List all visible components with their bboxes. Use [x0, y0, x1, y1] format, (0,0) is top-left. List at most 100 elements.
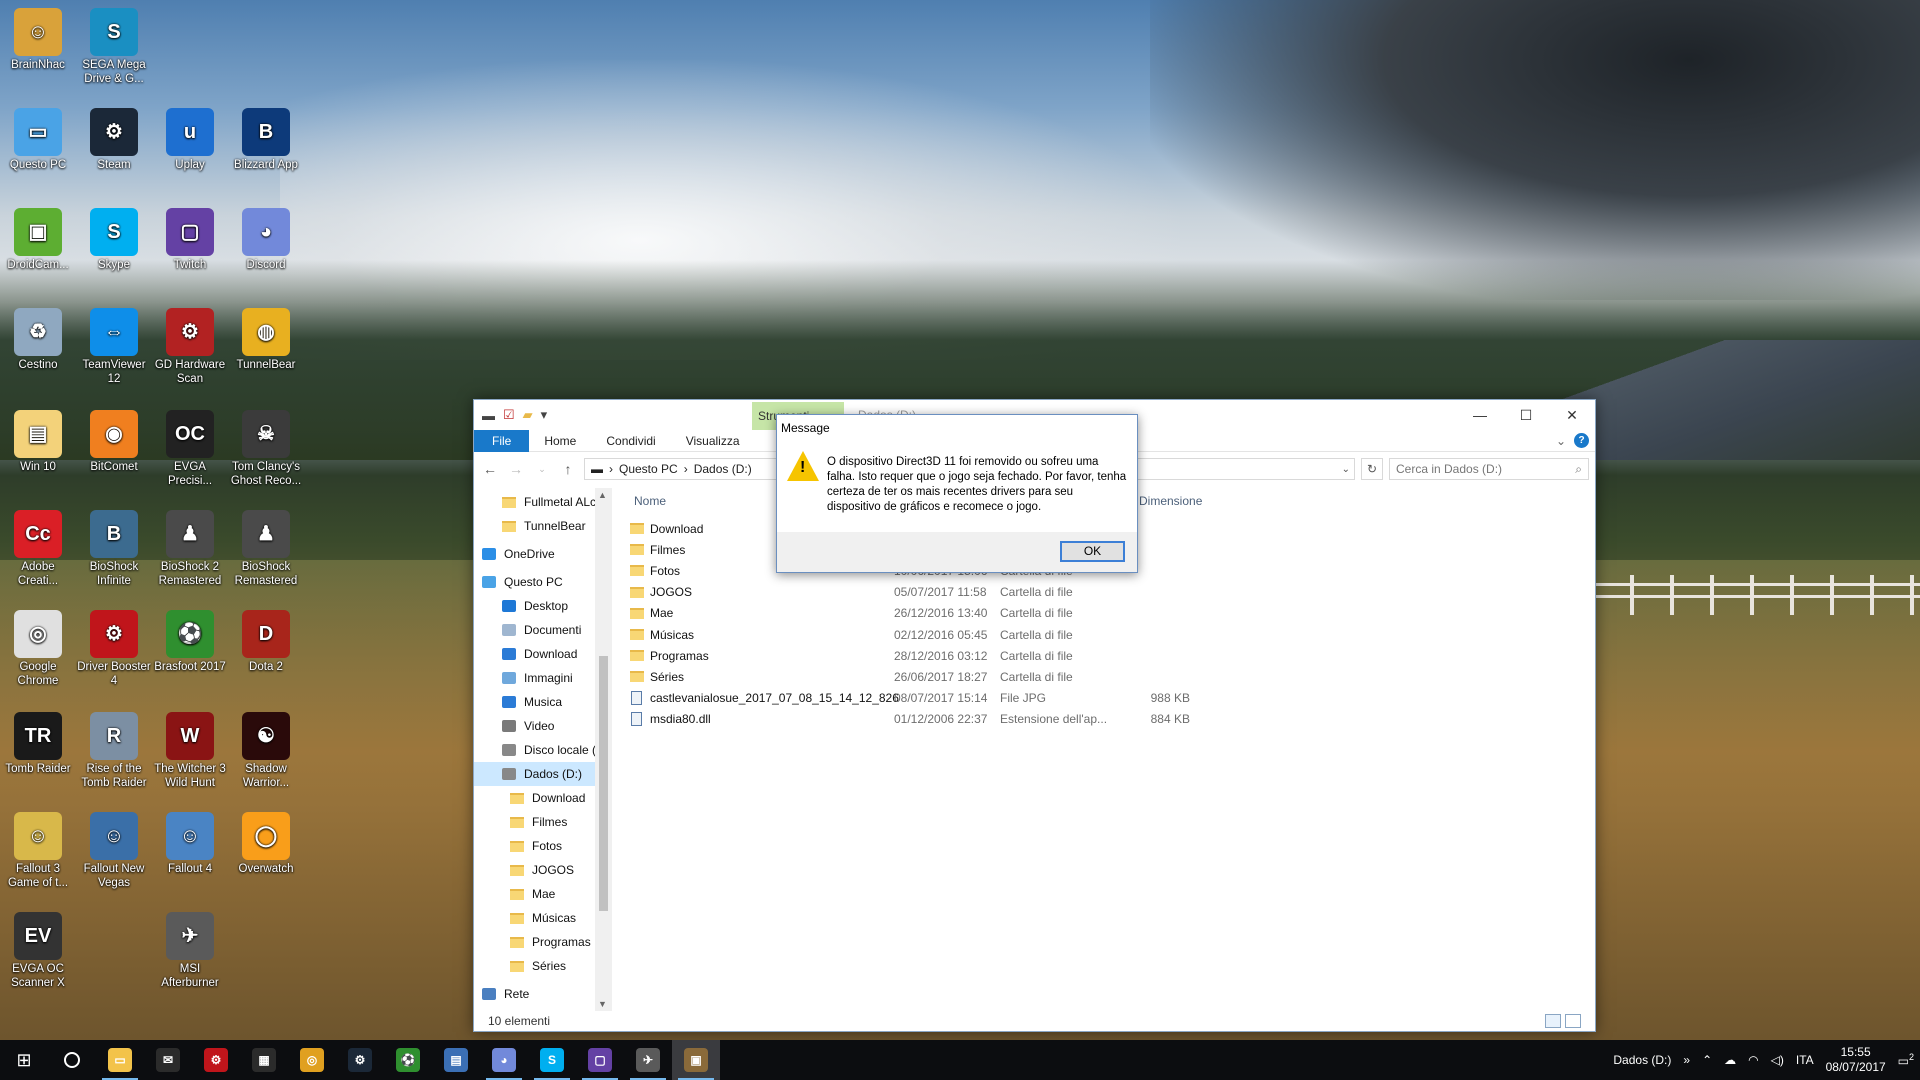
close-button[interactable]: ✕ [1549, 400, 1595, 430]
file-row[interactable]: JOGOS 05/07/2017 11:58 Cartella di file [630, 582, 1330, 603]
customize-qat-icon[interactable]: ▾ [541, 407, 548, 423]
taskbar-game-window[interactable]: ▣ [672, 1040, 720, 1080]
desktop-icon[interactable]: ☺ Fallout New Vegas [76, 812, 152, 890]
tray-more-icon[interactable]: » [1683, 1053, 1690, 1067]
desktop-icon[interactable]: ♟ BioShock 2 Remastered [152, 510, 228, 588]
nav-item[interactable]: Documenti [474, 618, 612, 642]
nav-scrollbar[interactable]: ▲ ▼ [595, 488, 612, 1011]
taskbar-driver-booster[interactable]: ⚙ [192, 1040, 240, 1080]
nav-item[interactable]: Questo PC [474, 570, 612, 594]
nav-item[interactable]: JOGOS [474, 858, 612, 882]
volume-icon[interactable]: ◁) [1771, 1053, 1784, 1067]
new-folder-icon[interactable]: ▰ [523, 407, 533, 423]
up-button[interactable]: ↑ [558, 461, 578, 477]
nav-item[interactable]: Rete [474, 982, 612, 1006]
large-icons-view-icon[interactable] [1565, 1014, 1581, 1028]
maximize-button[interactable]: ☐ [1503, 400, 1549, 430]
desktop-icon[interactable]: ▣ DroidCam... [0, 208, 76, 272]
nav-item[interactable]: TunnelBear [474, 514, 612, 538]
column-name[interactable]: Nome [634, 494, 666, 508]
nav-item[interactable]: Video [474, 714, 612, 738]
desktop-icon[interactable]: S Skype [76, 208, 152, 272]
desktop-icon[interactable]: Cc Adobe Creati... [0, 510, 76, 588]
nav-item[interactable]: Dados (D:) [474, 762, 612, 786]
desktop-icon[interactable]: B Blizzard App [228, 108, 304, 172]
taskbar-msi-afterburner[interactable]: ✈ [624, 1040, 672, 1080]
recent-locations-icon[interactable]: ⌄ [532, 464, 552, 475]
back-button[interactable]: ← [480, 461, 500, 477]
start-button[interactable]: ⊞ [0, 1040, 48, 1080]
tab-share[interactable]: Condividi [591, 430, 670, 452]
desktop-icon[interactable]: R Rise of the Tomb Raider [76, 712, 152, 790]
scrollbar-thumb[interactable] [599, 656, 608, 911]
file-row[interactable]: msdia80.dll 01/12/2006 22:37 Estensione de… [630, 709, 1330, 730]
nav-item[interactable]: OneDrive [474, 542, 612, 566]
desktop-icon[interactable]: B BioShock Infinite [76, 510, 152, 588]
desktop-icon[interactable]: ♻ Cestino [0, 308, 76, 372]
desktop-icon[interactable]: u Uplay [152, 108, 228, 172]
navigation-pane[interactable]: Fullmetal ALche TunnelBear OneDrive Questo … [474, 488, 612, 1011]
taskbar-mail[interactable]: ✉ [144, 1040, 192, 1080]
nav-item[interactable]: Immagini [474, 666, 612, 690]
desktop-icon[interactable]: ♟ BioShock Remastered [228, 510, 304, 588]
nav-item[interactable]: Disco locale (C:) [474, 738, 612, 762]
scroll-down-icon[interactable]: ▼ [598, 999, 607, 1009]
desktop-icon[interactable]: ⚙ Driver Booster 4 [76, 610, 152, 688]
breadcrumb-questo-pc[interactable]: Questo PC [619, 462, 678, 476]
desktop-icon[interactable]: ⚙ Steam [76, 108, 152, 172]
cortana-button[interactable] [48, 1040, 96, 1080]
nav-item[interactable]: Desktop [474, 594, 612, 618]
breadcrumb-dados[interactable]: Dados (D:) [694, 462, 752, 476]
taskbar-calendar-app[interactable]: ▦ [240, 1040, 288, 1080]
expand-ribbon-icon[interactable]: ⌄ [1556, 434, 1566, 448]
desktop-icon[interactable]: ☠ Tom Clancy's Ghost Reco... [228, 410, 304, 488]
minimize-button[interactable]: — [1457, 400, 1503, 430]
tab-home[interactable]: Home [529, 430, 591, 452]
nav-item[interactable]: Fotos [474, 834, 612, 858]
desktop-icon[interactable]: ☯ Shadow Warrior... [228, 712, 304, 790]
desktop-icon[interactable]: ◕ Discord [228, 208, 304, 272]
refresh-button[interactable]: ↻ [1361, 458, 1383, 480]
desktop-icon[interactable]: ✈ MSI Afterburner [152, 912, 228, 990]
desktop-icon[interactable]: ▭ Questo PC [0, 108, 76, 172]
desktop-icon[interactable]: ▢ Twitch [152, 208, 228, 272]
taskbar-file-explorer[interactable]: ▭ [96, 1040, 144, 1080]
nav-item[interactable]: Download [474, 642, 612, 666]
desktop-icon[interactable]: S SEGA Mega Drive & G... [76, 8, 152, 86]
nav-item[interactable]: Programas [474, 930, 612, 954]
taskbar-steam[interactable]: ⚙ [336, 1040, 384, 1080]
forward-button[interactable]: → [506, 461, 526, 477]
onedrive-icon[interactable]: ☁ [1724, 1053, 1736, 1067]
nav-item[interactable]: Mae [474, 882, 612, 906]
desktop-icon[interactable]: D Dota 2 [228, 610, 304, 674]
action-center-icon[interactable]: ▭2 [1898, 1052, 1914, 1068]
nav-item[interactable]: Séries [474, 954, 612, 978]
desktop-icon[interactable]: OC EVGA Precisi... [152, 410, 228, 488]
tab-file[interactable]: File [474, 429, 530, 452]
file-row[interactable]: Programas 28/12/2016 03:12 Cartella di fil… [630, 645, 1330, 666]
show-hidden-icons[interactable]: ⌃ [1702, 1053, 1712, 1067]
ok-button[interactable]: OK [1060, 541, 1125, 562]
desktop-icon[interactable]: W The Witcher 3 Wild Hunt [152, 712, 228, 790]
desktop-icon[interactable]: ◉ BitComet [76, 410, 152, 474]
nav-item[interactable]: Filmes [474, 810, 612, 834]
nav-item[interactable]: Musica [474, 690, 612, 714]
desktop-icon[interactable]: ☺ Fallout 3 Game of t... [0, 812, 76, 890]
breadcrumb-separator-icon[interactable]: › [609, 462, 613, 476]
taskbar-network-app[interactable]: ▤ [432, 1040, 480, 1080]
breadcrumb-separator-icon[interactable]: › [684, 462, 688, 476]
desktop-icon[interactable]: ☺ BrainNhac [0, 8, 76, 72]
taskbar-twitch[interactable]: ▢ [576, 1040, 624, 1080]
nav-item[interactable]: Fullmetal ALche [474, 490, 612, 514]
desktop-icon[interactable]: ⇔ TeamViewer 12 [76, 308, 152, 386]
taskbar-discord[interactable]: ◕ [480, 1040, 528, 1080]
tab-view[interactable]: Visualizza [671, 430, 755, 452]
desktop-icon[interactable]: ▤ Win 10 [0, 410, 76, 474]
desktop-icon[interactable]: ⚽ Brasfoot 2017 [152, 610, 228, 674]
help-icon[interactable]: ? [1574, 433, 1589, 448]
file-row[interactable]: Músicas 02/12/2016 05:45 Cartella di file [630, 624, 1330, 645]
column-size[interactable]: Dimensione [1132, 494, 1202, 508]
tray-drive-label[interactable]: Dados (D:) [1613, 1053, 1671, 1067]
taskbar-chrome[interactable]: ◎ [288, 1040, 336, 1080]
scroll-up-icon[interactable]: ▲ [598, 490, 607, 500]
